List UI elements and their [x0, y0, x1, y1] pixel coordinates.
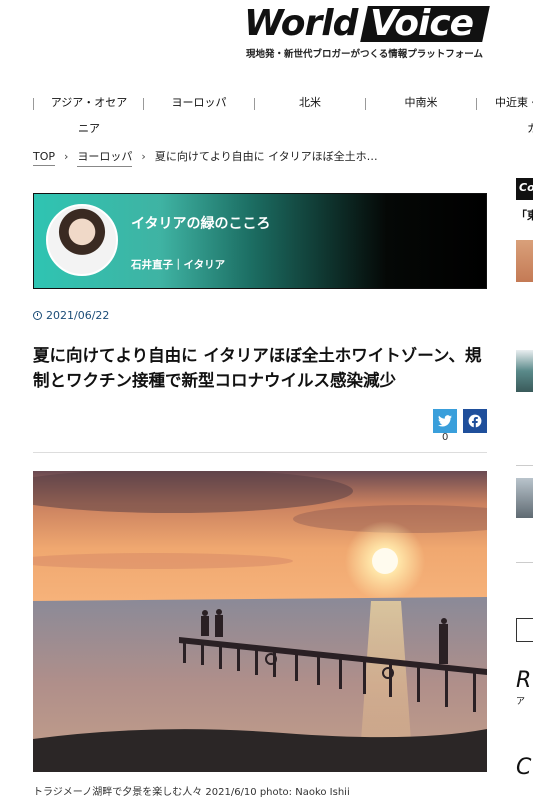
nav-item-label: 北米 — [299, 96, 321, 109]
sunset-lake-photo — [33, 471, 487, 772]
sidebar-section-r: R — [516, 668, 532, 693]
nav-separator — [143, 98, 144, 110]
twitter-share-button[interactable] — [433, 409, 457, 433]
facebook-share-button[interactable] — [463, 409, 487, 433]
clock-icon — [33, 311, 42, 320]
photo-caption: トラジメーノ湖畔で夕景を楽しむ人々 2021/6/10 photo: Naoko… — [33, 787, 350, 798]
breadcrumb-separator: › — [141, 150, 146, 163]
sidebar-thumbnail[interactable] — [516, 240, 533, 282]
article-headline: 夏に向けてより自由に イタリアほぼ全土ホワイトゾーン、規制とワクチン接種で新型コ… — [33, 346, 482, 390]
sidebar-divider — [516, 465, 533, 466]
logo-voice-text: Voice — [370, 3, 474, 44]
sidebar-thumbnail[interactable] — [516, 350, 533, 392]
site-logo[interactable]: World Voice — [244, 3, 490, 44]
nav-item-europe[interactable]: ヨーロッパ — [154, 94, 244, 138]
nav-item-label-wrap: カ — [527, 122, 533, 135]
nav-separator — [476, 98, 477, 110]
nav-item-label-wrap: ニア — [78, 122, 100, 135]
facebook-icon — [468, 414, 482, 428]
sidebar-thumbnail[interactable] — [516, 478, 533, 518]
breadcrumb-separator: › — [64, 150, 69, 163]
sidebar-section-c: C — [516, 755, 532, 780]
nav-item-asia-oceania[interactable]: アジア・オセア ニア — [44, 94, 134, 138]
content-divider — [33, 452, 487, 453]
breadcrumb-category-link[interactable]: ヨーロッパ — [77, 148, 133, 167]
publish-date: 2021/06/22 — [33, 309, 109, 322]
logo-world-text: World — [244, 3, 358, 44]
author-banner[interactable]: イタリアの緑のこころ 石井直子｜イタリア — [33, 193, 487, 289]
author-name-region: 石井直子｜イタリア — [131, 259, 226, 271]
nav-separator — [33, 98, 34, 110]
blog-title[interactable]: イタリアの緑のこころ — [131, 213, 270, 233]
nav-item-latin-america[interactable]: 中南米 — [376, 94, 466, 138]
sidebar-badge-label: Co — [519, 181, 533, 194]
site-tagline: 現地発・新世代ブロガーがつくる情報プラットフォーム — [246, 49, 484, 60]
main-nav: アジア・オセア ニア ヨーロッパ 北米 中南米 中近東・ カ — [0, 94, 533, 140]
nav-item-label: 中南米 — [404, 96, 438, 109]
breadcrumb-current: 夏に向けてより自由に イタリアほぼ全土ホ… — [154, 150, 378, 163]
nav-item-north-america[interactable]: 北米 — [265, 94, 355, 138]
twitter-icon — [438, 415, 452, 427]
nav-item-label: 中近東・ — [495, 96, 533, 109]
sidebar-divider — [516, 562, 533, 563]
sidebar-badge[interactable]: Co — [516, 178, 533, 200]
sidebar-button[interactable] — [516, 618, 533, 642]
nav-item-middle-east-africa[interactable]: 中近東・ カ — [487, 94, 533, 138]
breadcrumb: TOP › ヨーロッパ › 夏に向けてより自由に イタリアほぼ全土ホ… — [33, 148, 378, 167]
sidebar-section-r-sub: ア — [516, 697, 526, 706]
author-avatar — [46, 204, 118, 276]
share-count: 0 — [442, 432, 449, 443]
nav-separator — [365, 98, 366, 110]
sidebar-snippet[interactable]: 「東 — [516, 207, 533, 223]
breadcrumb-top-link[interactable]: TOP — [33, 150, 56, 166]
nav-item-label: アジア・オセア — [50, 96, 128, 109]
nav-item-label: ヨーロッパ — [171, 96, 227, 109]
article-photo[interactable] — [33, 471, 487, 772]
nav-separator — [254, 98, 255, 110]
publish-date-text: 2021/06/22 — [46, 309, 110, 322]
